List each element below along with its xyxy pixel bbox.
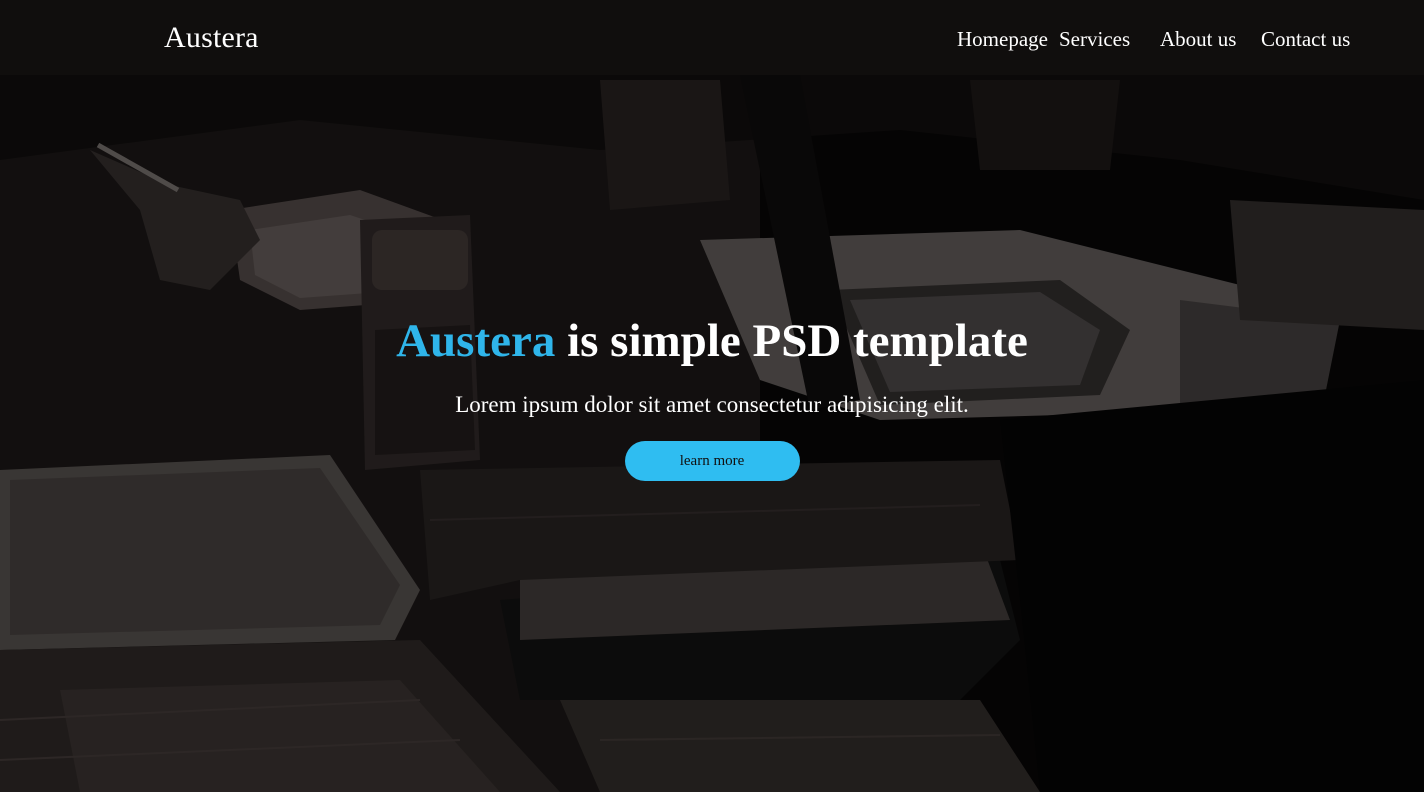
nav-link-homepage[interactable]: Homepage <box>957 26 1048 52</box>
learn-more-button[interactable]: learn more <box>624 441 800 481</box>
nav-link-about-us[interactable]: About us <box>1160 26 1236 52</box>
hero-title-rest: is simple PSD template <box>555 315 1028 367</box>
nav-link-contact-us[interactable]: Contact us <box>1261 26 1350 52</box>
hero-title: Austera is simple PSD template <box>0 310 1424 372</box>
brand-logo-link[interactable]: Austera <box>164 20 259 56</box>
hero-title-accent: Austera <box>396 315 556 367</box>
hero-subtitle: Lorem ipsum dolor sit amet consectetur a… <box>455 392 969 417</box>
landing-page: Austera Homepage Services About us Conta… <box>0 0 1424 792</box>
nav-link-services[interactable]: Services <box>1059 26 1130 52</box>
hero-section: Austera is simple PSD template Lorem ips… <box>0 310 1424 481</box>
top-navbar: Austera Homepage Services About us Conta… <box>0 0 1424 75</box>
